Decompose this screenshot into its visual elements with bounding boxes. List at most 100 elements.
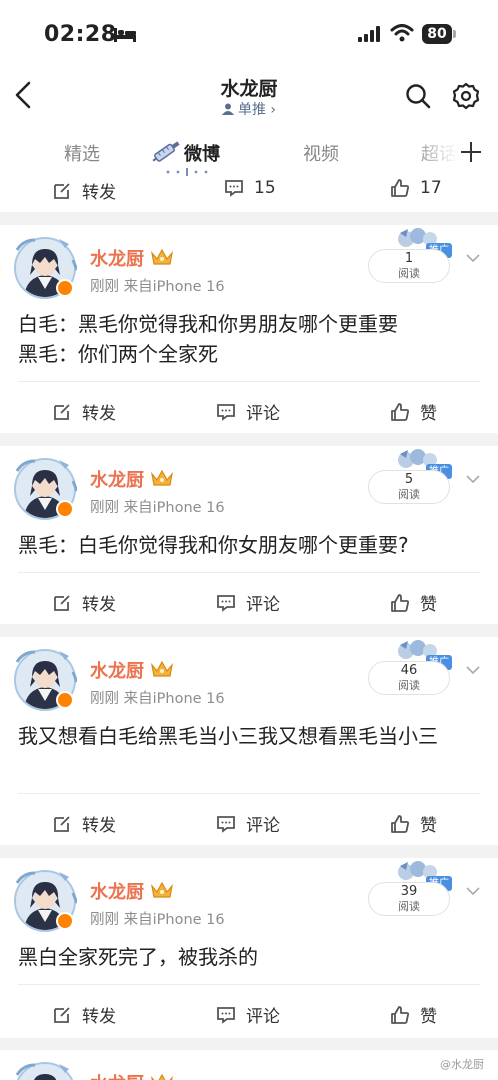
comment-button[interactable]: 评论 bbox=[216, 399, 280, 424]
tab-fade bbox=[410, 124, 458, 180]
comment-label: 评论 bbox=[246, 816, 280, 836]
tab-weibo[interactable]: 微博 bbox=[184, 140, 220, 166]
chevron-down-icon[interactable] bbox=[466, 253, 480, 263]
repost-icon bbox=[54, 182, 70, 199]
weibo-post[interactable]: 水龙厨刚刚 来自iPhone 16推广5阅读黑毛：白毛你觉得我和你女朋友哪个更重… bbox=[0, 446, 498, 624]
repost-label: 转发 bbox=[82, 595, 116, 615]
post-text: 我又想看白毛给黑毛当小三我又想看黑毛当小三 bbox=[18, 724, 438, 748]
plus-icon[interactable] bbox=[460, 141, 482, 163]
comment-icon bbox=[217, 403, 235, 421]
repost-label: 转发 bbox=[82, 1007, 116, 1027]
read-label: 阅读 bbox=[398, 900, 420, 913]
chevron-down-icon[interactable] bbox=[466, 886, 480, 896]
comment-button[interactable]: 15 bbox=[224, 178, 276, 198]
read-count: 46 bbox=[400, 663, 418, 678]
comment-count: 15 bbox=[254, 178, 276, 198]
avatar-frame-decoration bbox=[15, 1062, 74, 1080]
status-bar: 02:28 80 bbox=[0, 0, 498, 66]
post-meta: 刚刚 来自iPhone 16 bbox=[90, 500, 225, 516]
comment-icon bbox=[217, 815, 235, 833]
post-meta: 刚刚 来自iPhone 16 bbox=[90, 691, 225, 707]
weibo-post[interactable]: 水龙厨刚刚 来自iPhone 16推广46阅读我又想看白毛给黑毛当小三我又想看黑… bbox=[0, 637, 498, 845]
previous-post-actions: 转发 15 17 bbox=[0, 178, 498, 212]
repost-label: 转发 bbox=[82, 183, 116, 203]
thumbs-up-icon bbox=[391, 814, 410, 833]
fan-status-label: 单推 › bbox=[237, 102, 277, 118]
syringe-decoration-icon bbox=[152, 141, 180, 162]
like-label: 赞 bbox=[420, 1007, 437, 1027]
repost-button[interactable]: 转发 bbox=[52, 590, 116, 615]
crown-badge-icon bbox=[151, 660, 173, 677]
comment-button[interactable]: 评论 bbox=[216, 811, 280, 836]
verified-badge bbox=[56, 279, 74, 297]
post-username[interactable]: 水龙厨 bbox=[90, 657, 144, 683]
like-label: 赞 bbox=[420, 595, 437, 615]
post-text: 黑白全家死完了，被我杀的 bbox=[18, 945, 258, 969]
thumbs-up-icon bbox=[391, 1005, 410, 1024]
like-button[interactable]: 赞 bbox=[390, 1002, 437, 1027]
repost-button[interactable]: 转发 bbox=[52, 1002, 116, 1027]
status-time: 02:28 bbox=[44, 22, 117, 47]
verified-badge bbox=[56, 500, 74, 518]
comment-button[interactable]: 评论 bbox=[216, 1002, 280, 1027]
repost-icon bbox=[54, 594, 70, 611]
repost-button[interactable]: 转发 bbox=[52, 811, 116, 836]
read-count-pill: 1 阅读 bbox=[368, 249, 450, 283]
post-meta: 刚刚 来自iPhone 16 bbox=[90, 912, 225, 928]
read-count: 39 bbox=[400, 884, 418, 899]
chevron-down-icon[interactable] bbox=[466, 665, 480, 675]
weibo-post[interactable]: 水龙厨刚刚 来自iPhone 16推广1阅读白毛：黑毛你觉得我和你男朋友哪个更重… bbox=[0, 225, 498, 433]
sleep-bed-icon bbox=[114, 28, 136, 42]
comment-label: 评论 bbox=[246, 1007, 280, 1027]
read-label: 阅读 bbox=[398, 679, 420, 692]
weibo-post[interactable]: 水龙厨刚刚 来自iPhone 16推广39阅读黑白全家死完了，被我杀的转发评论赞 bbox=[0, 858, 498, 1038]
thumbs-up-icon bbox=[391, 179, 410, 197]
like-button[interactable]: 赞 bbox=[390, 811, 437, 836]
repost-button[interactable]: 转发 bbox=[52, 399, 116, 424]
chevron-down-icon[interactable] bbox=[466, 474, 480, 484]
read-label: 阅读 bbox=[398, 488, 420, 501]
read-count-pill: 46 阅读 bbox=[368, 661, 450, 695]
like-button[interactable]: 17 bbox=[390, 178, 442, 198]
post-divider bbox=[18, 984, 480, 985]
post-username[interactable]: 水龙厨 bbox=[90, 1070, 144, 1080]
like-label: 赞 bbox=[420, 816, 437, 836]
repost-button[interactable]: 转发 bbox=[52, 178, 116, 203]
comment-label: 评论 bbox=[246, 595, 280, 615]
tab-video[interactable]: 视频 bbox=[303, 140, 339, 166]
repost-label: 转发 bbox=[82, 404, 116, 424]
post-meta: 刚刚 来自iPhone 16 bbox=[90, 279, 225, 295]
thumbs-up-icon bbox=[391, 593, 410, 612]
comment-button[interactable]: 评论 bbox=[216, 590, 280, 615]
post-divider bbox=[18, 572, 480, 573]
profile-tabs: 精选 微博 视频 超话 bbox=[0, 124, 498, 180]
like-count: 17 bbox=[420, 178, 442, 198]
weibo-post[interactable]: 水龙厨 bbox=[0, 1050, 498, 1080]
post-text: 黑毛：白毛你觉得我和你女朋友哪个更重要? bbox=[18, 533, 409, 557]
post-divider bbox=[18, 381, 480, 382]
post-username[interactable]: 水龙厨 bbox=[90, 466, 144, 492]
tab-sparkle-decoration bbox=[166, 168, 208, 176]
read-count-pill: 5 阅读 bbox=[368, 470, 450, 504]
watermark: @水龙厨 bbox=[440, 1058, 484, 1071]
battery-icon: 80 bbox=[422, 24, 452, 44]
gear-icon[interactable] bbox=[452, 82, 480, 110]
read-count: 1 bbox=[404, 251, 414, 266]
repost-icon bbox=[54, 815, 70, 832]
tab-featured[interactable]: 精选 bbox=[64, 140, 100, 166]
post-divider bbox=[18, 793, 480, 794]
crown-badge-icon bbox=[151, 1073, 173, 1080]
like-button[interactable]: 赞 bbox=[390, 590, 437, 615]
battery-cap bbox=[453, 30, 456, 38]
post-username[interactable]: 水龙厨 bbox=[90, 878, 144, 904]
like-button[interactable]: 赞 bbox=[390, 399, 437, 424]
repost-label: 转发 bbox=[82, 816, 116, 836]
post-username[interactable]: 水龙厨 bbox=[90, 245, 144, 271]
search-icon[interactable] bbox=[405, 83, 431, 109]
read-count: 5 bbox=[404, 472, 414, 487]
user-icon bbox=[221, 103, 234, 115]
comment-icon bbox=[217, 1006, 235, 1024]
thumbs-up-icon bbox=[391, 402, 410, 421]
comment-icon bbox=[225, 180, 243, 197]
read-count-pill: 39 阅读 bbox=[368, 882, 450, 916]
